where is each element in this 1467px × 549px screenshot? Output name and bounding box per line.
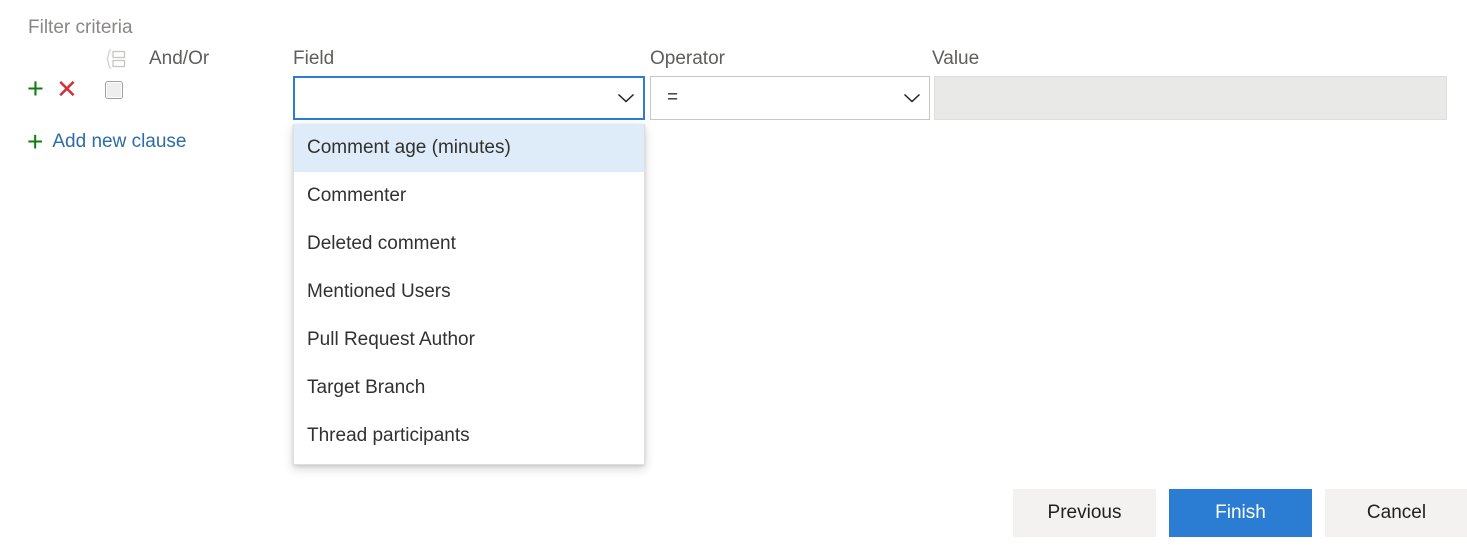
add-new-clause-label: Add new clause bbox=[52, 131, 187, 152]
column-header-value: Value bbox=[932, 48, 980, 69]
field-combobox[interactable] bbox=[293, 76, 645, 120]
dropdown-option[interactable]: Mentioned Users bbox=[294, 268, 644, 316]
column-header-operator: Operator bbox=[650, 48, 725, 69]
dropdown-option[interactable]: Pull Request Author bbox=[294, 316, 644, 364]
dropdown-option[interactable]: Comment age (minutes) bbox=[294, 124, 644, 172]
previous-button[interactable]: Previous bbox=[1013, 489, 1156, 537]
plus-icon: + bbox=[27, 126, 44, 157]
page-title: Filter criteria bbox=[28, 17, 133, 38]
add-new-clause-button[interactable]: + Add new clause bbox=[27, 128, 187, 156]
cancel-button[interactable]: Cancel bbox=[1325, 489, 1467, 537]
column-header-field: Field bbox=[293, 48, 335, 69]
field-dropdown-list: Comment age (minutes) Commenter Deleted … bbox=[293, 124, 645, 465]
dropdown-option[interactable]: Thread participants bbox=[294, 412, 644, 460]
add-clause-row-icon[interactable]: + bbox=[27, 75, 44, 104]
operator-combobox-value: = bbox=[667, 87, 679, 108]
value-input[interactable] bbox=[934, 76, 1447, 120]
finish-button[interactable]: Finish bbox=[1169, 489, 1312, 537]
operator-combobox[interactable]: = bbox=[650, 76, 930, 120]
chevron-down-icon bbox=[609, 92, 643, 104]
dropdown-option[interactable]: Target Branch bbox=[294, 364, 644, 412]
dialog-footer: Previous Finish Cancel bbox=[1013, 489, 1467, 537]
group-brace-icon bbox=[104, 48, 128, 70]
dropdown-option[interactable]: Commenter bbox=[294, 172, 644, 220]
dropdown-option[interactable]: Deleted comment bbox=[294, 220, 644, 268]
chevron-down-icon bbox=[895, 92, 929, 104]
column-header-and-or: And/Or bbox=[149, 48, 210, 69]
clause-group-checkbox[interactable] bbox=[105, 81, 123, 99]
delete-clause-row-icon[interactable]: ✕ bbox=[56, 76, 78, 102]
